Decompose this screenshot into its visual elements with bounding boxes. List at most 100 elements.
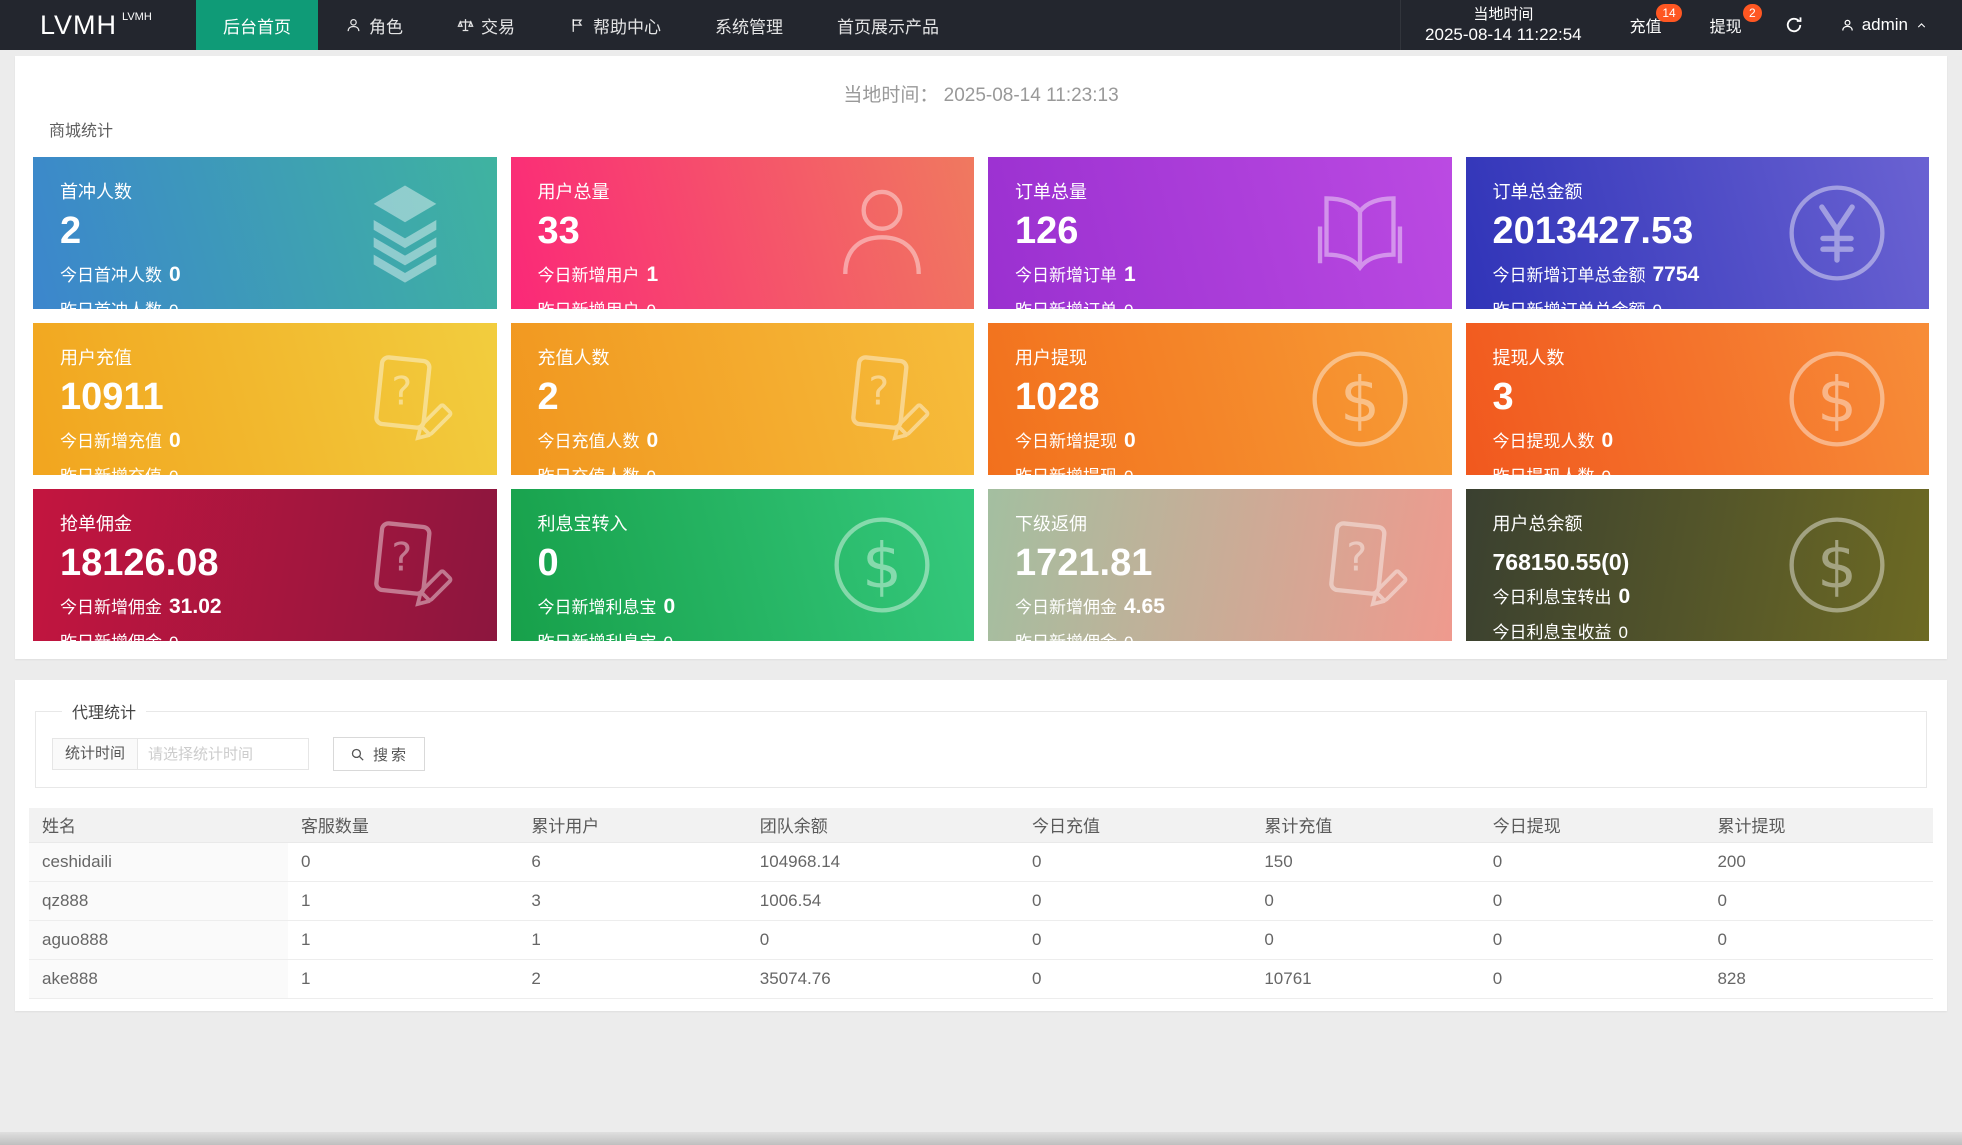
cell: 1 <box>287 920 519 960</box>
nav-home[interactable]: 后台首页 <box>196 0 318 50</box>
col-today-withdraw: 今日提现 <box>1479 808 1705 842</box>
cell: 0 <box>1479 881 1705 921</box>
yen-circle-icon <box>1783 179 1891 287</box>
cell: 150 <box>1251 841 1480 882</box>
cell: 0 <box>1251 881 1480 921</box>
card-yesterday-line: 昨日充值人数0 <box>538 462 975 475</box>
header-local-time: 当地时间 2025-08-14 11:22:54 <box>1400 0 1606 50</box>
nav-help-center[interactable]: 帮助中心 <box>542 0 688 50</box>
cell: 1006.54 <box>746 881 1020 921</box>
user-menu[interactable]: admin <box>1822 0 1962 50</box>
header-local-time-value: 2025-08-14 11:22:54 <box>1425 25 1582 44</box>
brand-logo-text: LVMH <box>40 9 118 40</box>
cell: 0 <box>1019 841 1252 882</box>
card-yesterday-line: 昨日新增佣金0 <box>60 628 497 641</box>
recharge-link[interactable]: 充值 14 <box>1606 0 1686 50</box>
col-total-users: 累计用户 <box>518 808 747 842</box>
nav-help-label: 帮助中心 <box>593 17 661 37</box>
stat-card-total-orders: 订单总量 126 今日新增订单1 昨日新增订单0 <box>988 157 1452 309</box>
cell: 3 <box>518 881 747 921</box>
stat-card-first-charge-users: 首冲人数 2 今日首冲人数0 昨日首冲人数0 <box>33 157 497 309</box>
cell: 0 <box>1704 881 1933 921</box>
stat-card-sub-rebate: 下级返佣 1721.81 今日新增佣金4.65 昨日新增佣金0 <box>988 489 1452 641</box>
agent-panel: 代理统计 统计时间 搜索 姓名 客服数量 累计用户 团队余额 今日充值 累 <box>15 680 1947 1011</box>
cell: 1 <box>287 959 519 999</box>
brand-logo[interactable]: LVMH LVMH <box>0 0 196 50</box>
card-yesterday-line: 昨日新增佣金0 <box>1015 628 1452 641</box>
cell: 0 <box>1019 881 1252 921</box>
cell-name: aguo888 <box>29 920 288 960</box>
open-book-icon <box>1306 179 1414 287</box>
stat-card-recharge-users: 充值人数 2 今日充值人数0 昨日充值人数0 <box>510 323 975 475</box>
stat-card-user-withdraw: 用户提现 1028 今日新增提现0 昨日新增提现0 <box>988 323 1452 475</box>
table-row[interactable]: ake888 1 2 35074.76 0 10761 0 828 <box>29 959 1933 999</box>
cell: 0 <box>1251 920 1480 960</box>
cell: 0 <box>746 920 1020 960</box>
document-edit-icon <box>828 345 936 453</box>
col-name: 姓名 <box>29 808 288 842</box>
document-edit-icon <box>351 511 459 619</box>
cell: 6 <box>518 841 747 882</box>
nav-trade[interactable]: 交易 <box>430 0 542 50</box>
document-edit-icon <box>1306 511 1414 619</box>
cell: 200 <box>1704 841 1933 882</box>
content-local-time: 当地时间： 2025-08-14 11:23:13 <box>33 80 1929 107</box>
table-row[interactable]: aguo888 1 1 0 0 0 0 0 <box>29 920 1933 960</box>
stat-card-interest-transfer-in: 利息宝转入 0 今日新增利息宝0 昨日新增利息宝0 <box>510 489 975 641</box>
nav-homepage-products-label: 首页展示产品 <box>837 17 939 37</box>
main-nav: 后台首页 角色 交易 帮助中心 系统管理 首页展示产品 <box>196 0 966 50</box>
agent-fieldset: 代理统计 统计时间 搜索 <box>35 699 1927 788</box>
cell: 1 <box>287 881 519 921</box>
table-row[interactable]: ceshidaili 0 6 104968.14 0 150 0 200 <box>29 841 1933 882</box>
nav-roles[interactable]: 角色 <box>318 0 430 50</box>
stats-panel: 当地时间： 2025-08-14 11:23:13 商城统计 首冲人数 2 今日… <box>15 56 1947 659</box>
chevron-up-icon <box>1915 19 1928 32</box>
cell: 2 <box>518 959 747 999</box>
cell: 0 <box>1019 920 1252 960</box>
search-button-label: 搜索 <box>373 746 410 764</box>
stat-card-user-recharge: 用户充值 10911 今日新增充值0 昨日新增充值0 <box>33 323 497 475</box>
cell: 10761 <box>1251 959 1480 999</box>
cell: 0 <box>287 841 519 882</box>
horizontal-scrollbar[interactable] <box>0 1132 1962 1145</box>
nav-home-label: 后台首页 <box>223 17 291 37</box>
stat-card-user-total-balance: 用户总余额 768150.55(0) 今日利息宝转出 0 今日利息宝收益 0 <box>1465 489 1929 641</box>
layers-icon <box>351 179 459 287</box>
dollar-circle-icon <box>1783 511 1891 619</box>
cell: 0 <box>1479 920 1705 960</box>
person-icon <box>828 179 936 287</box>
content-time-label: 当地时间： <box>843 85 939 106</box>
withdraw-label: 提现 <box>1709 19 1742 36</box>
card-yesterday-line: 昨日首冲人数0 <box>60 296 497 309</box>
magnifier-icon <box>349 746 366 763</box>
card-yesterday-line: 今日利息宝收益 0 <box>1492 623 1628 641</box>
agent-legend: 代理统计 <box>72 705 137 722</box>
document-edit-icon <box>351 345 459 453</box>
dollar-circle-icon <box>1306 345 1414 453</box>
cell: 1 <box>518 920 747 960</box>
cell: 35074.76 <box>746 959 1020 999</box>
card-yesterday-line: 昨日新增利息宝0 <box>538 628 975 641</box>
username: admin <box>1861 15 1908 34</box>
cell: 0 <box>1019 959 1252 999</box>
cell: 828 <box>1704 959 1933 999</box>
table-row[interactable]: qz888 1 3 1006.54 0 0 0 0 <box>29 881 1933 921</box>
search-button[interactable]: 搜索 <box>333 737 426 771</box>
cell-name: ceshidaili <box>29 841 288 882</box>
stat-time-label: 统计时间 <box>52 738 139 770</box>
withdraw-link[interactable]: 提现 2 <box>1686 0 1766 50</box>
stats-section-title: 商城统计 <box>49 123 114 140</box>
dollar-circle-icon <box>828 511 936 619</box>
card-yesterday-line: 昨日提现人数0 <box>1493 462 1930 475</box>
stat-cards-grid: 首冲人数 2 今日首冲人数0 昨日首冲人数0 用户总量 33 今日新增用户1 昨… <box>33 157 1929 641</box>
cell: 0 <box>1479 959 1705 999</box>
nav-homepage-products[interactable]: 首页展示产品 <box>810 0 966 50</box>
refresh-button[interactable] <box>1766 0 1822 50</box>
cell-name: ake888 <box>29 959 288 999</box>
nav-system[interactable]: 系统管理 <box>688 0 810 50</box>
col-total-recharge: 累计充值 <box>1251 808 1480 842</box>
nav-system-label: 系统管理 <box>715 17 783 37</box>
stat-time-input[interactable] <box>137 738 310 770</box>
stat-card-total-order-amount: 订单总金额 2013427.53 今日新增订单总金额7754 昨日新增订单总金额… <box>1465 157 1929 309</box>
col-total-withdraw: 累计提现 <box>1704 808 1933 842</box>
